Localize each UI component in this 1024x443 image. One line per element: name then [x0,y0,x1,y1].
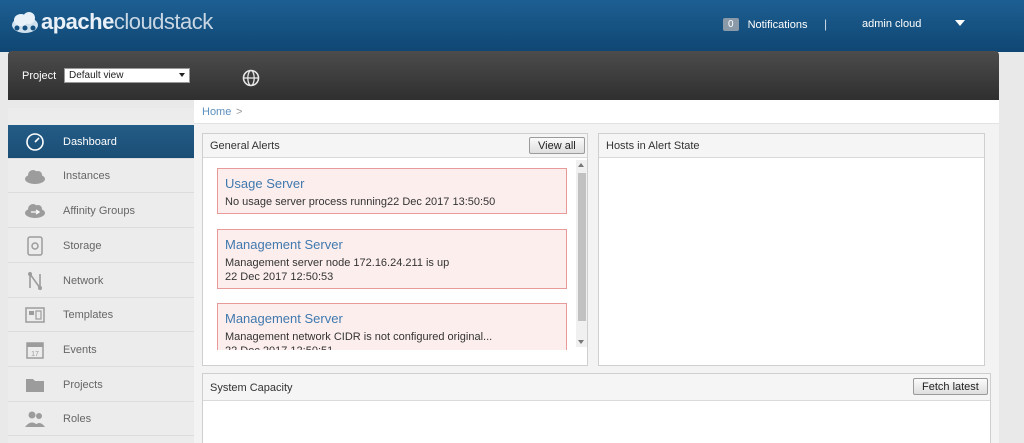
project-select[interactable]: Default view [64,68,190,83]
sidebar-item-storage[interactable]: Storage [8,229,194,263]
main-content: Home > General Alerts View all Usage Ser… [194,100,999,443]
fetch-latest-button[interactable]: Fetch latest [913,378,988,395]
network-icon [28,271,42,291]
sidebar-item-events[interactable]: 17 Events [8,333,194,367]
panel-header: General Alerts View all [203,134,587,158]
cloud-icon [25,170,45,184]
notifications-link[interactable]: 0 Notifications [723,18,807,31]
calendar-icon: 17 [26,342,44,359]
apache-cloudstack-logo[interactable]: apachecloudstack [10,6,213,38]
sidebar-item-label: Events [63,343,97,356]
scroll-down-arrow-icon[interactable] [578,340,584,344]
alert-item[interactable]: Management Server Management network CID… [217,303,567,350]
logo-text: apachecloudstack [41,9,213,34]
alert-text: No usage server process running22 Dec 20… [225,196,496,208]
alert-text: Management server node 172.16.24.211 is … [225,257,450,283]
alert-item[interactable]: Management Server Management server node… [217,229,567,289]
sidebar-item-roles[interactable]: Roles [8,402,194,436]
sidebar-item-label: Instances [63,169,111,182]
project-label: Project [22,70,57,82]
panel-title: Hosts in Alert State [606,140,700,152]
panel-header: System Capacity Fetch latest [203,374,990,401]
chevron-down-icon[interactable] [955,20,965,26]
breadcrumb-home-link[interactable]: Home [202,106,231,118]
notification-count-badge: 0 [723,18,739,31]
top-header: apachecloudstack 0 Notifications | admin… [0,0,1024,52]
sidebar-item-dashboard[interactable]: Dashboard [8,125,194,159]
scroll-thumb[interactable] [578,173,586,321]
sidebar-item-label: Storage [63,239,102,252]
sidebar-spacer [8,100,194,108]
alert-title: Usage Server [225,176,305,191]
storage-icon [27,236,43,256]
dashboard-icon [26,133,44,151]
affinity-cloud-icon [25,204,45,218]
scroll-up-arrow-icon[interactable] [578,163,584,167]
alert-text: Management network CIDR is not configure… [225,331,493,350]
alert-title: Management Server [225,311,343,326]
project-select-value: Default view [69,70,124,81]
sidebar-item-label: Roles [63,412,92,425]
panel-title: System Capacity [210,382,293,394]
sidebar-item-label: Network [63,274,104,287]
project-bar: Project Default view [8,51,999,100]
sidebar-item-label: Templates [63,308,114,321]
templates-icon [25,307,45,323]
notifications-label: Notifications [747,18,808,31]
folder-icon [26,379,44,392]
breadcrumb-separator: > [236,106,243,118]
sidebar-item-affinity-groups[interactable]: Affinity Groups [8,194,194,228]
svg-text:17: 17 [31,351,39,358]
general-alerts-panel: General Alerts View all Usage Server No … [202,133,588,366]
sidebar-item-label: Dashboard [63,135,117,148]
sidebar-item-projects[interactable]: Projects [8,368,194,402]
globe-icon[interactable] [242,69,260,87]
sidebar-nav: Dashboard Instances Affinity Groups Stor… [8,100,194,443]
sidebar-item-label: Affinity Groups [63,204,135,217]
breadcrumb: Home > [194,100,999,124]
panel-header: Hosts in Alert State [599,134,984,158]
view-all-button[interactable]: View all [529,137,585,154]
right-margin [999,100,1024,443]
sidebar-item-network[interactable]: Network [8,264,194,298]
system-capacity-panel: System Capacity Fetch latest [202,373,991,443]
sidebar-item-instances[interactable]: Instances [8,159,194,193]
alert-title: Management Server [225,237,343,252]
sidebar-item-templates[interactable]: Templates [8,298,194,332]
sidebar-item-label: Projects [63,378,103,391]
users-icon [25,411,45,427]
alert-item[interactable]: Usage Server No usage server process run… [217,168,567,214]
user-menu[interactable]: admin cloud [862,18,921,30]
cloudstack-logo-icon [12,12,38,33]
hosts-alert-panel: Hosts in Alert State [598,133,985,366]
header-separator: | [824,17,828,31]
alerts-scrollbar[interactable] [576,160,587,347]
panel-title: General Alerts [210,140,280,152]
dropdown-caret-icon [179,73,185,77]
